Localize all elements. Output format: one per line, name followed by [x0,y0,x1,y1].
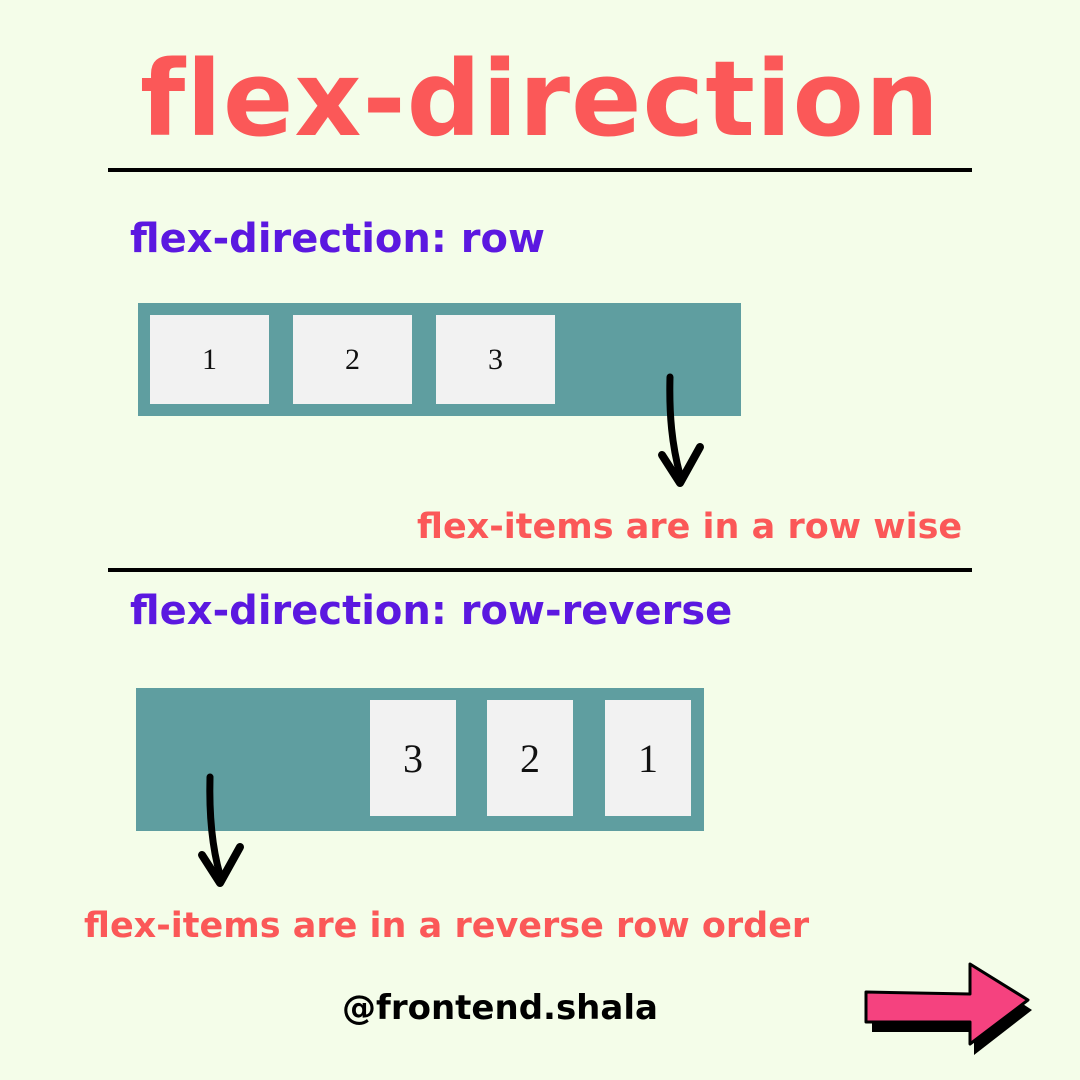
row-reverse-heading: flex-direction: row-reverse [130,588,733,634]
curved-arrow-down-icon [658,373,704,487]
flex-item: 2 [487,700,573,816]
flex-item: 1 [605,700,691,816]
row-reverse-caption: flex-items are in a reverse row order [84,906,810,946]
flex-item: 1 [150,315,269,404]
page-title: flex-direction [139,38,941,160]
author-handle: @frontend.shala [342,988,658,1028]
row-heading: flex-direction: row [130,216,545,262]
flex-item: 3 [436,315,555,404]
curved-arrow-down-icon [198,773,244,887]
row-caption: flex-items are in a row wise [417,507,963,547]
flex-item: 2 [293,315,412,404]
middle-divider [108,568,972,572]
top-divider [108,168,972,172]
next-arrow-icon[interactable] [862,960,1042,1060]
flex-item: 3 [370,700,456,816]
